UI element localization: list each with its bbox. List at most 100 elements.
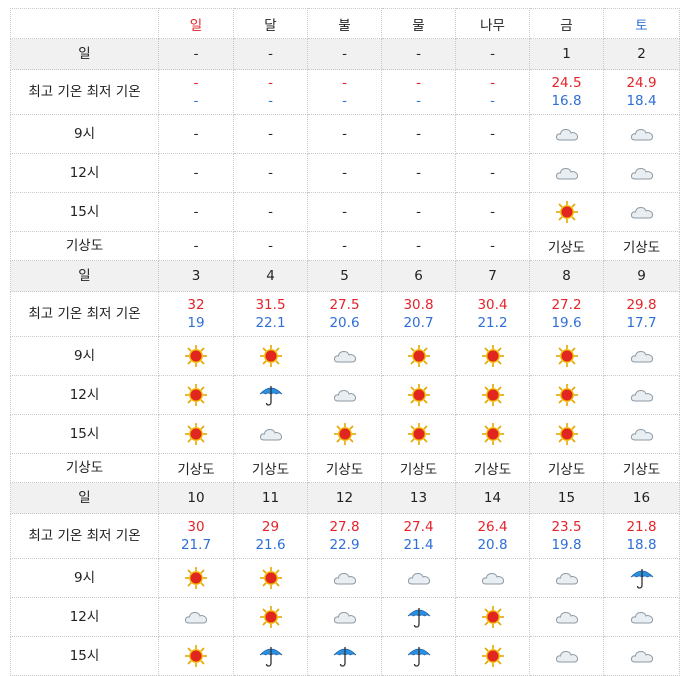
weather-map-link[interactable]: 기상도 (233, 453, 308, 483)
cloud-icon (554, 126, 580, 142)
temperature-cell: 29.8 17.7 (603, 291, 680, 337)
date-cell: 9 (603, 260, 680, 292)
high-temp: 30 (187, 519, 205, 535)
date-cell: 15 (529, 482, 604, 514)
weather-cell (158, 558, 234, 598)
temperature-cell: 23.5 19.8 (529, 513, 604, 559)
weather-map-link[interactable]: 기상도 (455, 453, 530, 483)
temperature-row-label: 최고 기온 최저 기온 (10, 291, 159, 337)
empty-cell: - (158, 192, 234, 232)
weather-cell (455, 375, 530, 415)
empty-cell: - (307, 114, 382, 154)
date-cell: 5 (307, 260, 382, 292)
weather-cell (158, 336, 234, 376)
empty-cell: - (381, 114, 456, 154)
high-temp: 30.4 (477, 297, 508, 313)
hour-12-row: 12시 (10, 597, 680, 637)
weather-cell (529, 558, 604, 598)
date-cell: - (233, 38, 308, 70)
temperature-cell: -- (307, 69, 382, 115)
weather-cell (233, 336, 308, 376)
weather-cell (381, 336, 456, 376)
sun-icon (183, 423, 209, 445)
sun-icon (332, 423, 358, 445)
umbrella-icon (406, 608, 432, 628)
weather-cell (529, 192, 604, 232)
empty-cell: - (233, 192, 308, 232)
weather-cell (381, 558, 456, 598)
sun-icon (183, 345, 209, 367)
weather-map-link[interactable]: 기상도 (603, 231, 680, 261)
empty-cell: - (307, 231, 382, 261)
cloud-icon (406, 570, 432, 586)
low-temp: 19.6 (551, 315, 582, 331)
hour-15-row-label: 15시 (10, 192, 159, 232)
hour-9-row-label: 9시 (10, 558, 159, 598)
weekday-header: 불 (307, 8, 382, 39)
high-temp: 24.5 (551, 75, 582, 91)
sun-icon (406, 345, 432, 367)
temperature-cell: -- (233, 69, 308, 115)
empty-cell: - (381, 153, 456, 193)
weather-map-row: 기상도 기상도 기상도 기상도 기상도 기상도 기상도 기상도 (10, 453, 680, 483)
low-temp: 16.8 (551, 93, 582, 109)
weather-calendar-table: 일 달 불 물 나무 금 토 일 - - - - -1 2 최고 기온 최저 기온 - - - - - - - - - -24.… (10, 8, 680, 676)
weather-cell (603, 414, 680, 454)
high-temp: 24.9 (626, 75, 657, 91)
weather-cell (233, 414, 308, 454)
temperature-cell: 24.5 16.8 (529, 69, 604, 115)
high-temp: 27.5 (329, 297, 360, 313)
weekday-header: 일 (158, 8, 234, 39)
date-row: 일-----12 (10, 38, 680, 70)
hour-15-row: 15시 (10, 414, 680, 454)
weather-map-link[interactable]: 기상도 (381, 453, 456, 483)
date-row-label: 일 (10, 38, 159, 70)
cloud-icon (332, 348, 358, 364)
weather-cell (381, 636, 456, 676)
empty-cell: - (233, 231, 308, 261)
high-temp: - (342, 75, 347, 91)
date-cell: 10 (158, 482, 234, 514)
weather-cell (307, 636, 382, 676)
empty-cell: - (455, 231, 530, 261)
weekday-header: 나무 (455, 8, 530, 39)
sun-icon (258, 567, 284, 589)
umbrella-icon (406, 647, 432, 667)
weather-map-link[interactable]: 기상도 (529, 231, 604, 261)
high-temp: 32 (187, 297, 205, 313)
temperature-cell: 32 19 (158, 291, 234, 337)
sun-icon (406, 423, 432, 445)
empty-cell: - (381, 231, 456, 261)
temperature-cell: 30.4 21.2 (455, 291, 530, 337)
weather-map-link[interactable]: 기상도 (307, 453, 382, 483)
temperature-cell: 29 21.6 (233, 513, 308, 559)
empty-cell: - (233, 114, 308, 154)
empty-cell: - (233, 153, 308, 193)
temperature-cell: -- (455, 69, 530, 115)
date-cell: 14 (455, 482, 530, 514)
date-cell: - (455, 38, 530, 70)
weather-cell (233, 597, 308, 637)
empty-cell: - (455, 192, 530, 232)
sun-icon (183, 645, 209, 667)
temperature-cell: 30.8 20.7 (381, 291, 456, 337)
temperature-cell: 21.8 18.8 (603, 513, 680, 559)
umbrella-icon (629, 569, 655, 589)
weather-cell (603, 636, 680, 676)
hour-9-row: 9시 - - - - - (10, 114, 680, 154)
umbrella-icon (258, 386, 284, 406)
weather-map-link[interactable]: 기상도 (158, 453, 234, 483)
low-temp: - (342, 93, 347, 109)
cloud-icon (332, 609, 358, 625)
hour-15-row: 15시 (10, 636, 680, 676)
weather-cell (307, 414, 382, 454)
temperature-cell: 30 21.7 (158, 513, 234, 559)
hour-15-row-label: 15시 (10, 414, 159, 454)
date-cell: - (307, 38, 382, 70)
weather-map-row-label: 기상도 (10, 453, 159, 483)
weather-map-link[interactable]: 기상도 (529, 453, 604, 483)
weather-map-row-label: 기상도 (10, 231, 159, 261)
temperature-row: 최고 기온 최저 기온 - - - - - - - - - -24.5 16.8 24.9 18.4 (10, 69, 680, 115)
weather-map-link[interactable]: 기상도 (603, 453, 680, 483)
weather-cell (529, 597, 604, 637)
